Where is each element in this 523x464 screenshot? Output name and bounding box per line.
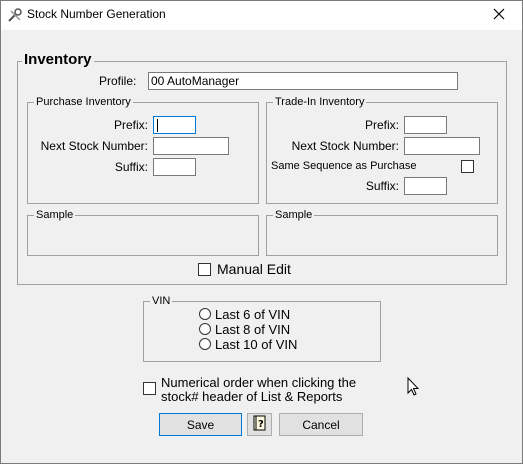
- purchase-suffix-label: Suffix:: [114, 160, 148, 174]
- purchase-next-stock-field[interactable]: [153, 137, 229, 155]
- close-button[interactable]: [476, 1, 522, 30]
- vin-option-label: Last 8 of VIN: [215, 322, 291, 337]
- sample-left-legend: Sample: [34, 208, 76, 222]
- tradein-inventory-group: Trade-In Inventory Prefix: Next Stock Nu…: [266, 95, 498, 204]
- stock-number-generation-window: Stock Number Generation Inventory Profil…: [0, 0, 523, 464]
- title-bar: Stock Number Generation: [1, 1, 522, 30]
- tradein-inventory-legend: Trade-In Inventory: [273, 95, 367, 109]
- manual-edit-checkbox[interactable]: [198, 263, 211, 276]
- purchase-prefix-field[interactable]: [153, 116, 196, 134]
- purchase-prefix-label: Prefix:: [113, 118, 148, 132]
- vin-option-label: Last 6 of VIN: [215, 307, 291, 322]
- vin-option-label: Last 10 of VIN: [215, 337, 298, 352]
- vin-option-radio[interactable]: [199, 323, 211, 335]
- purchase-next-stock-label: Next Stock Number:: [40, 139, 148, 153]
- tradein-prefix-label: Prefix:: [364, 118, 399, 132]
- same-sequence-checkbox[interactable]: [461, 160, 474, 173]
- help-button[interactable]: ?: [247, 413, 272, 436]
- numerical-order-label-line2: stock# header of List & Reports: [161, 389, 343, 404]
- profile-label: Profile:: [99, 74, 137, 88]
- vin-option-radio[interactable]: [199, 338, 211, 350]
- inventory-legend: Inventory: [22, 51, 94, 69]
- tradein-next-stock-field[interactable]: [404, 137, 480, 155]
- vin-group: VIN Last 6 of VIN Last 8 of VIN Last 10 …: [143, 294, 381, 362]
- window-title: Stock Number Generation: [27, 7, 166, 21]
- numerical-order-label-line1: Numerical order when clicking the: [161, 375, 357, 390]
- purchase-inventory-legend: Purchase Inventory: [34, 95, 133, 109]
- vin-option-radio[interactable]: [199, 308, 211, 320]
- sample-right-legend: Sample: [273, 208, 315, 222]
- save-button[interactable]: Save: [159, 413, 242, 436]
- numerical-order-checkbox[interactable]: [143, 382, 156, 395]
- cancel-button[interactable]: Cancel: [279, 413, 363, 436]
- purchase-inventory-group: Purchase Inventory Prefix: Next Stock Nu…: [27, 95, 259, 204]
- sample-right-group: Sample: [266, 208, 498, 256]
- manual-edit-label: Manual Edit: [217, 261, 291, 277]
- same-sequence-label: Same Sequence as Purchase: [271, 160, 417, 172]
- tradein-prefix-field[interactable]: [404, 116, 447, 134]
- dialog-body: Inventory Profile: 00 AutoManager Purcha…: [1, 30, 522, 463]
- sample-left-group: Sample: [27, 208, 259, 256]
- help-book-icon: ?: [252, 415, 268, 434]
- tradein-next-stock-label: Next Stock Number:: [291, 139, 399, 153]
- mouse-pointer-icon: [407, 376, 420, 400]
- tradein-suffix-label: Suffix:: [365, 179, 399, 193]
- purchase-suffix-field[interactable]: [153, 158, 196, 176]
- profile-field[interactable]: 00 AutoManager: [148, 72, 458, 90]
- tradein-suffix-field[interactable]: [404, 177, 447, 195]
- vin-legend: VIN: [150, 294, 173, 308]
- text-caret: [157, 119, 158, 133]
- svg-text:?: ?: [258, 419, 264, 430]
- tools-icon: [7, 8, 23, 24]
- inventory-group: Inventory Profile: 00 AutoManager Purcha…: [17, 51, 507, 285]
- close-icon: [493, 8, 505, 23]
